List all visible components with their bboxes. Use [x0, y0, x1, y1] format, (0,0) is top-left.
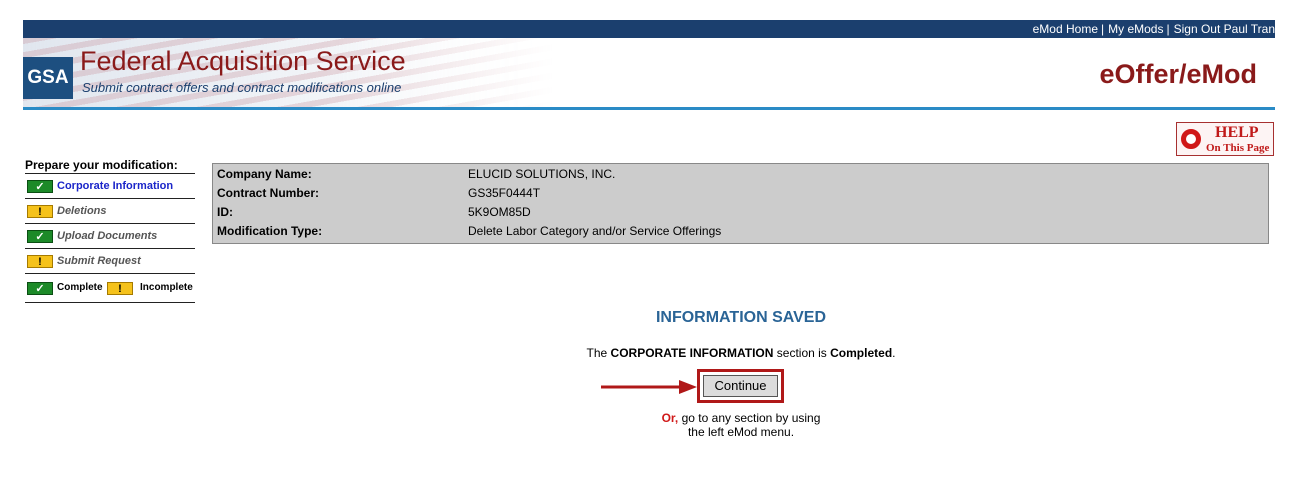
alternate-navigation-hint: Or, go to any section by using the left …: [0, 411, 1298, 439]
menu-item-deletions[interactable]: ! Deletions: [25, 199, 195, 224]
site-header: GSA Federal Acquisition Service Submit c…: [23, 38, 1275, 108]
message-end: .: [892, 346, 896, 360]
checkmark-icon: ✓: [27, 230, 53, 243]
sign-out-link[interactable]: Sign Out Paul Tran: [1174, 22, 1275, 36]
life-ring-icon: [1181, 129, 1201, 149]
legend-complete-label: Complete: [57, 282, 103, 293]
exclamation-icon: !: [27, 255, 53, 268]
message-status: Completed: [830, 346, 893, 360]
menu-item-upload-documents[interactable]: ✓ Upload Documents: [25, 224, 195, 249]
status-legend: ✓ Complete ! Incomplete: [25, 274, 195, 303]
hint-text-line-1: go to any section by using: [681, 411, 821, 425]
modification-type-label: Modification Type:: [217, 224, 323, 238]
checkmark-icon: ✓: [27, 180, 53, 193]
menu-item-label[interactable]: Deletions: [57, 199, 107, 223]
modification-info-table: Company Name: ELUCID SOLUTIONS, INC. Con…: [212, 163, 1269, 244]
message-section-name: CORPORATE INFORMATION: [610, 346, 774, 360]
help-label: HELP: [1215, 124, 1259, 141]
site-title: Federal Acquisition Service: [80, 46, 406, 76]
contract-number-value: GS35F0444T: [468, 186, 541, 200]
header-divider: [23, 107, 1275, 110]
or-word: Or,: [661, 411, 679, 425]
help-on-this-page-button[interactable]: HELP On This Page: [1176, 122, 1274, 156]
company-name-value: ELUCID SOLUTIONS, INC.: [468, 167, 616, 181]
nav-separator: |: [1101, 22, 1105, 36]
hint-text-line-2: the left eMod menu.: [687, 425, 795, 439]
contract-number-label: Contract Number:: [217, 186, 320, 200]
message-prefix: The: [586, 346, 608, 360]
eoffer-emod-brand: eOffer/eMod: [1099, 59, 1257, 89]
menu-item-corporate-information[interactable]: ✓ Corporate Information: [25, 174, 195, 199]
emod-left-menu: Prepare your modification: ✓ Corporate I…: [25, 157, 195, 303]
top-nav-links: eMod Home | My eMods | Sign Out Paul Tran: [1033, 20, 1275, 38]
menu-item-label[interactable]: Submit Request: [57, 249, 141, 273]
table-row: Contract Number: GS35F0444T: [217, 184, 1257, 203]
emod-home-link[interactable]: eMod Home: [1033, 22, 1098, 36]
table-row: Modification Type: Delete Labor Category…: [217, 222, 1257, 241]
my-emods-link[interactable]: My eMods: [1108, 22, 1163, 36]
company-name-label: Company Name:: [217, 167, 312, 181]
menu-heading: Prepare your modification:: [25, 157, 195, 174]
id-value: 5K9OM85D: [468, 205, 531, 219]
continue-button[interactable]: Continue: [703, 375, 778, 397]
table-row: Company Name: ELUCID SOLUTIONS, INC.: [217, 165, 1257, 184]
top-nav-bar: eMod Home | My eMods | Sign Out Paul Tran: [23, 20, 1275, 38]
id-label: ID:: [217, 205, 233, 219]
saved-status-message: The CORPORATE INFORMATION section is Com…: [0, 346, 1298, 360]
site-subtitle: Submit contract offers and contract modi…: [82, 80, 402, 95]
checkmark-icon: ✓: [27, 282, 53, 295]
legend-incomplete-label: Incomplete: [140, 282, 193, 293]
help-sublabel: On This Page: [1206, 142, 1270, 154]
exclamation-icon: !: [107, 282, 133, 295]
nav-separator: |: [1166, 22, 1170, 36]
menu-item-submit-request[interactable]: ! Submit Request: [25, 249, 195, 274]
modification-type-value: Delete Labor Category and/or Service Off…: [468, 224, 722, 238]
continue-highlight-box: Continue: [697, 369, 784, 403]
pointer-arrow-icon: [601, 380, 697, 394]
exclamation-icon: !: [27, 205, 53, 218]
menu-item-label[interactable]: Corporate Information: [57, 174, 173, 198]
information-saved-heading: INFORMATION SAVED: [655, 309, 827, 326]
gsa-logo[interactable]: GSA: [23, 57, 73, 99]
message-middle: section is: [776, 346, 827, 360]
menu-item-label[interactable]: Upload Documents: [57, 224, 157, 248]
table-row: ID: 5K9OM85D: [217, 203, 1257, 222]
